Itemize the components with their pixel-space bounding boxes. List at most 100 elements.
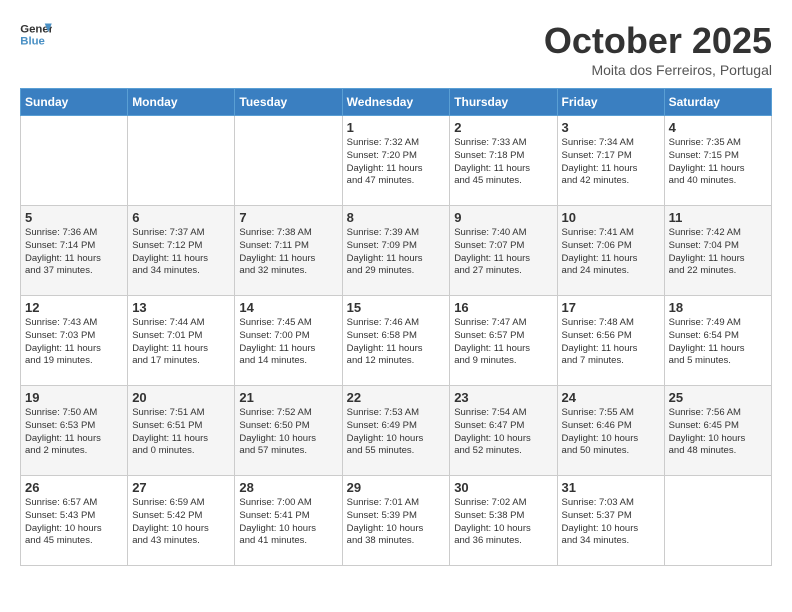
calendar-day-cell: 26 Sunrise: 6:57 AM Sunset: 5:43 PM Dayli… xyxy=(21,476,128,566)
calendar-day-cell: 10 Sunrise: 7:41 AM Sunset: 7:06 PM Dayli… xyxy=(557,206,664,296)
day-number: 23 xyxy=(454,390,552,405)
calendar-day-cell: 24 Sunrise: 7:55 AM Sunset: 6:46 PM Dayli… xyxy=(557,386,664,476)
day-number: 22 xyxy=(347,390,446,405)
month-title: October 2025 xyxy=(544,20,772,62)
day-info: Sunrise: 7:54 AM Sunset: 6:47 PM Dayligh… xyxy=(454,407,552,458)
day-number: 28 xyxy=(239,480,337,495)
weekday-header-cell: Sunday xyxy=(21,89,128,116)
day-number: 25 xyxy=(669,390,767,405)
page-header: General Blue October 2025 Moita dos Ferr… xyxy=(20,20,772,78)
day-info: Sunrise: 7:46 AM Sunset: 6:58 PM Dayligh… xyxy=(347,317,446,368)
calendar-day-cell xyxy=(128,116,235,206)
weekday-header-cell: Tuesday xyxy=(235,89,342,116)
day-number: 15 xyxy=(347,300,446,315)
day-number: 4 xyxy=(669,120,767,135)
day-number: 29 xyxy=(347,480,446,495)
day-info: Sunrise: 7:43 AM Sunset: 7:03 PM Dayligh… xyxy=(25,317,123,368)
logo-icon: General Blue xyxy=(20,20,52,48)
day-number: 7 xyxy=(239,210,337,225)
day-number: 10 xyxy=(562,210,660,225)
weekday-header-cell: Saturday xyxy=(664,89,771,116)
calendar-day-cell: 1 Sunrise: 7:32 AM Sunset: 7:20 PM Daylig… xyxy=(342,116,450,206)
day-info: Sunrise: 7:38 AM Sunset: 7:11 PM Dayligh… xyxy=(239,227,337,278)
day-info: Sunrise: 7:01 AM Sunset: 5:39 PM Dayligh… xyxy=(347,497,446,548)
day-info: Sunrise: 7:03 AM Sunset: 5:37 PM Dayligh… xyxy=(562,497,660,548)
calendar-day-cell: 14Sunrise: 7:45 AM Sunset: 7:00 PM Dayli… xyxy=(235,296,342,386)
weekday-header-cell: Friday xyxy=(557,89,664,116)
calendar-day-cell: 30 Sunrise: 7:02 AM Sunset: 5:38 PM Dayli… xyxy=(450,476,557,566)
calendar-day-cell: 16 Sunrise: 7:47 AM Sunset: 6:57 PM Dayli… xyxy=(450,296,557,386)
calendar-day-cell: 28 Sunrise: 7:00 AM Sunset: 5:41 PM Dayli… xyxy=(235,476,342,566)
weekday-header-cell: Thursday xyxy=(450,89,557,116)
calendar-week-row: 19 Sunrise: 7:50 AM Sunset: 6:53 PM Dayli… xyxy=(21,386,772,476)
calendar-day-cell: 21 Sunrise: 7:52 AM Sunset: 6:50 PM Dayli… xyxy=(235,386,342,476)
day-info: Sunrise: 7:34 AM Sunset: 7:17 PM Dayligh… xyxy=(562,137,660,188)
calendar-day-cell xyxy=(21,116,128,206)
calendar-day-cell: 31 Sunrise: 7:03 AM Sunset: 5:37 PM Dayli… xyxy=(557,476,664,566)
calendar-day-cell: 3 Sunrise: 7:34 AM Sunset: 7:17 PM Daylig… xyxy=(557,116,664,206)
calendar-day-cell: 27Sunrise: 6:59 AM Sunset: 5:42 PM Dayli… xyxy=(128,476,235,566)
day-number: 18 xyxy=(669,300,767,315)
logo: General Blue xyxy=(20,20,52,48)
calendar-day-cell: 11 Sunrise: 7:42 AM Sunset: 7:04 PM Dayli… xyxy=(664,206,771,296)
day-number: 16 xyxy=(454,300,552,315)
day-info: Sunrise: 7:50 AM Sunset: 6:53 PM Dayligh… xyxy=(25,407,123,458)
day-info: Sunrise: 7:40 AM Sunset: 7:07 PM Dayligh… xyxy=(454,227,552,278)
day-number: 24 xyxy=(562,390,660,405)
day-number: 19 xyxy=(25,390,123,405)
day-number: 14 xyxy=(239,300,337,315)
day-number: 9 xyxy=(454,210,552,225)
day-info: Sunrise: 7:32 AM Sunset: 7:20 PM Dayligh… xyxy=(347,137,446,188)
calendar-week-row: 26 Sunrise: 6:57 AM Sunset: 5:43 PM Dayli… xyxy=(21,476,772,566)
day-number: 3 xyxy=(562,120,660,135)
calendar-day-cell: 9 Sunrise: 7:40 AM Sunset: 7:07 PM Daylig… xyxy=(450,206,557,296)
day-info: Sunrise: 7:56 AM Sunset: 6:45 PM Dayligh… xyxy=(669,407,767,458)
day-info: Sunrise: 7:41 AM Sunset: 7:06 PM Dayligh… xyxy=(562,227,660,278)
calendar-week-row: 12 Sunrise: 7:43 AM Sunset: 7:03 PM Dayli… xyxy=(21,296,772,386)
day-info: Sunrise: 7:53 AM Sunset: 6:49 PM Dayligh… xyxy=(347,407,446,458)
day-number: 6 xyxy=(132,210,230,225)
calendar-week-row: 1 Sunrise: 7:32 AM Sunset: 7:20 PM Daylig… xyxy=(21,116,772,206)
calendar-day-cell: 20Sunrise: 7:51 AM Sunset: 6:51 PM Dayli… xyxy=(128,386,235,476)
day-number: 2 xyxy=(454,120,552,135)
weekday-header-cell: Monday xyxy=(128,89,235,116)
calendar-day-cell: 5Sunrise: 7:36 AM Sunset: 7:14 PM Daylig… xyxy=(21,206,128,296)
day-info: Sunrise: 7:52 AM Sunset: 6:50 PM Dayligh… xyxy=(239,407,337,458)
calendar-day-cell: 6Sunrise: 7:37 AM Sunset: 7:12 PM Daylig… xyxy=(128,206,235,296)
day-info: Sunrise: 7:48 AM Sunset: 6:56 PM Dayligh… xyxy=(562,317,660,368)
day-number: 21 xyxy=(239,390,337,405)
day-number: 11 xyxy=(669,210,767,225)
day-info: Sunrise: 6:57 AM Sunset: 5:43 PM Dayligh… xyxy=(25,497,123,548)
calendar-day-cell xyxy=(235,116,342,206)
day-info: Sunrise: 7:44 AM Sunset: 7:01 PM Dayligh… xyxy=(132,317,230,368)
calendar-day-cell: 7 Sunrise: 7:38 AM Sunset: 7:11 PM Daylig… xyxy=(235,206,342,296)
day-number: 27 xyxy=(132,480,230,495)
day-info: Sunrise: 7:55 AM Sunset: 6:46 PM Dayligh… xyxy=(562,407,660,458)
calendar-day-cell: 18Sunrise: 7:49 AM Sunset: 6:54 PM Dayli… xyxy=(664,296,771,386)
calendar-body: 1 Sunrise: 7:32 AM Sunset: 7:20 PM Daylig… xyxy=(21,116,772,566)
calendar-day-cell: 15 Sunrise: 7:46 AM Sunset: 6:58 PM Dayli… xyxy=(342,296,450,386)
weekday-header-cell: Wednesday xyxy=(342,89,450,116)
calendar-day-cell: 8 Sunrise: 7:39 AM Sunset: 7:09 PM Daylig… xyxy=(342,206,450,296)
day-number: 13 xyxy=(132,300,230,315)
day-info: Sunrise: 7:47 AM Sunset: 6:57 PM Dayligh… xyxy=(454,317,552,368)
day-info: Sunrise: 7:33 AM Sunset: 7:18 PM Dayligh… xyxy=(454,137,552,188)
day-number: 26 xyxy=(25,480,123,495)
day-info: Sunrise: 7:35 AM Sunset: 7:15 PM Dayligh… xyxy=(669,137,767,188)
day-number: 30 xyxy=(454,480,552,495)
calendar-day-cell: 4 Sunrise: 7:35 AM Sunset: 7:15 PM Daylig… xyxy=(664,116,771,206)
day-info: Sunrise: 7:00 AM Sunset: 5:41 PM Dayligh… xyxy=(239,497,337,548)
day-number: 1 xyxy=(347,120,446,135)
day-info: Sunrise: 7:39 AM Sunset: 7:09 PM Dayligh… xyxy=(347,227,446,278)
day-number: 5 xyxy=(25,210,123,225)
day-number: 31 xyxy=(562,480,660,495)
day-info: Sunrise: 7:02 AM Sunset: 5:38 PM Dayligh… xyxy=(454,497,552,548)
calendar-day-cell: 25 Sunrise: 7:56 AM Sunset: 6:45 PM Dayli… xyxy=(664,386,771,476)
calendar-day-cell: 2 Sunrise: 7:33 AM Sunset: 7:18 PM Daylig… xyxy=(450,116,557,206)
day-number: 12 xyxy=(25,300,123,315)
day-number: 8 xyxy=(347,210,446,225)
title-block: October 2025 Moita dos Ferreiros, Portug… xyxy=(544,20,772,78)
calendar-day-cell: 13 Sunrise: 7:44 AM Sunset: 7:01 PM Dayli… xyxy=(128,296,235,386)
calendar-day-cell: 17Sunrise: 7:48 AM Sunset: 6:56 PM Dayli… xyxy=(557,296,664,386)
day-info: Sunrise: 7:42 AM Sunset: 7:04 PM Dayligh… xyxy=(669,227,767,278)
